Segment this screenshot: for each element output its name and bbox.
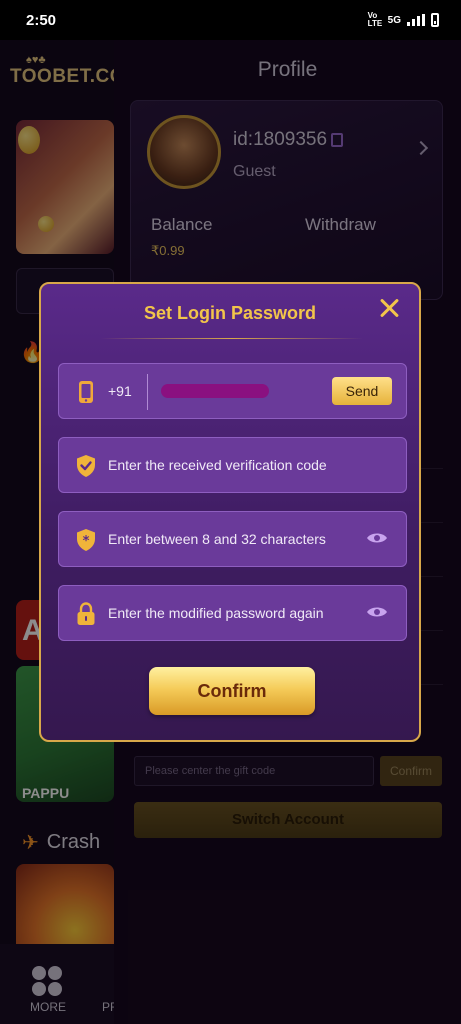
divider [147, 374, 148, 410]
volte-indicator: Vo LTE [367, 11, 383, 28]
field-placeholder: Enter between 8 and 32 characters [108, 531, 326, 547]
new-password-input[interactable]: * Enter between 8 and 32 characters [58, 511, 407, 567]
status-icons: Vo LTE 5G [368, 12, 439, 28]
field-placeholder: Enter the received verification code [108, 457, 327, 473]
close-icon[interactable] [375, 294, 403, 322]
send-code-button[interactable]: Send [332, 377, 392, 405]
country-code[interactable]: +91 [108, 383, 132, 399]
field-placeholder: Enter the modified password again [108, 605, 324, 621]
eye-icon[interactable] [366, 605, 388, 619]
title-divider [101, 338, 363, 339]
confirm-password-input[interactable]: Enter the modified password again [58, 585, 407, 641]
status-bar: 2:50 Vo LTE 5G [0, 0, 461, 40]
lock-icon [77, 602, 95, 625]
dialog-title: Set Login Password [143, 303, 317, 323]
verification-code-input[interactable]: Enter the received verification code [58, 437, 407, 493]
status-time: 2:50 [26, 11, 57, 29]
signal-icon [407, 14, 425, 26]
phone-number-masked [161, 384, 269, 398]
set-password-dialog: Set Login Password +91 Send Enter the re… [39, 282, 421, 742]
phone-field[interactable]: +91 Send [58, 363, 407, 419]
svg-text:*: * [83, 534, 90, 549]
shield-star-icon: * [77, 529, 95, 551]
phone-icon [79, 381, 93, 403]
shield-check-icon [77, 455, 95, 477]
network-type: 5G [387, 14, 401, 26]
confirm-button[interactable]: Confirm [149, 667, 315, 715]
battery-icon [431, 13, 439, 27]
eye-icon[interactable] [366, 531, 388, 545]
